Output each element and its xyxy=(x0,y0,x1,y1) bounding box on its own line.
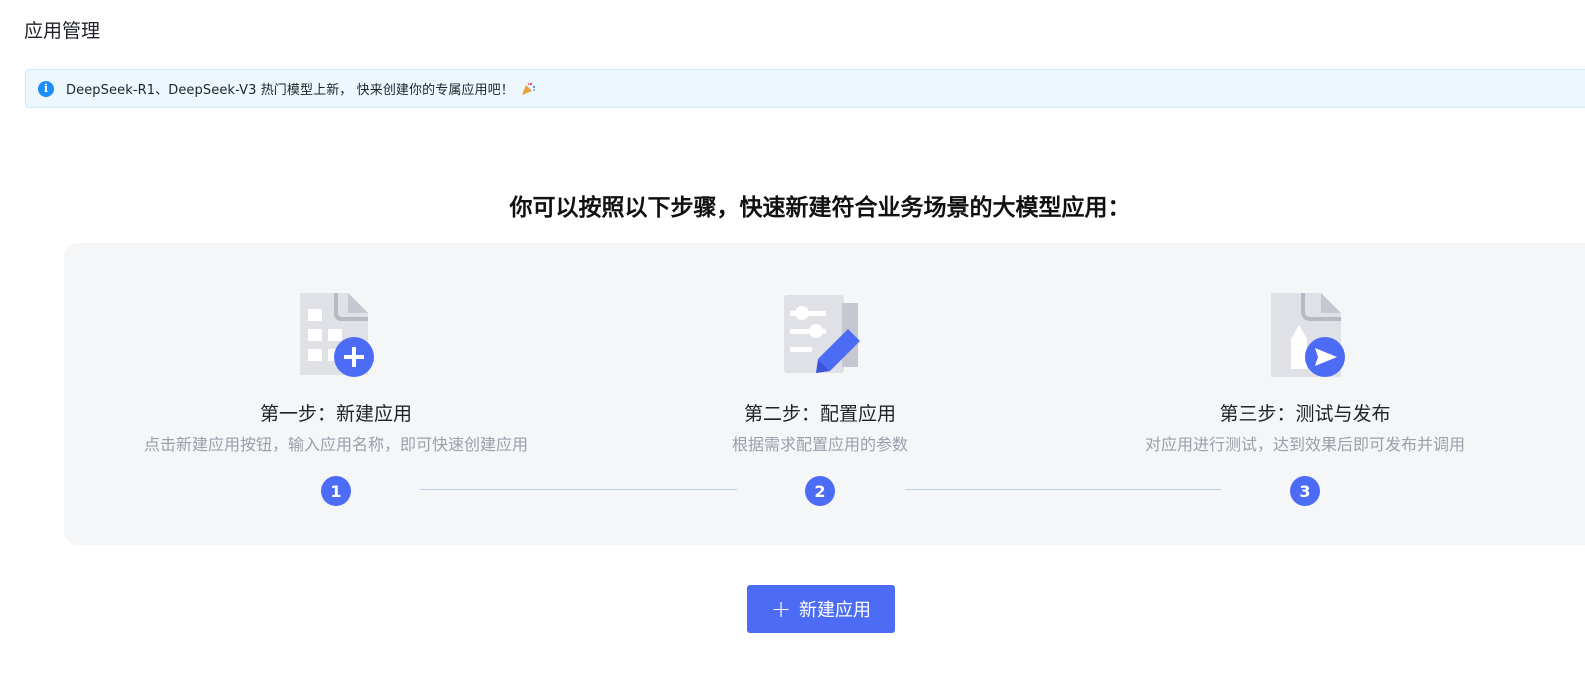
create-app-button[interactable]: + 新建应用 xyxy=(747,585,895,633)
page-title: 应用管理 xyxy=(24,20,101,42)
step-title: 第一步：新建应用 xyxy=(259,403,412,425)
step-connector xyxy=(905,489,1221,490)
config-edit-icon xyxy=(780,289,860,379)
notice-banner: i DeepSeek-R1、DeepSeek-V3 热门模型上新， 快来创建你的… xyxy=(25,69,1585,108)
step-title: 第三步：测试与发布 xyxy=(1219,403,1391,425)
party-popper-icon xyxy=(520,81,536,97)
step-title: 第二步：配置应用 xyxy=(743,403,896,425)
plus-icon: + xyxy=(770,595,792,623)
create-app-label: 新建应用 xyxy=(799,600,872,621)
step-connector xyxy=(420,489,737,490)
document-send-icon xyxy=(1269,289,1349,379)
notice-text: DeepSeek-R1、DeepSeek-V3 热门模型上新， 快来创建你的专属… xyxy=(66,83,514,98)
step-number-badge: 1 xyxy=(321,476,351,506)
step-number-badge: 2 xyxy=(805,476,835,506)
info-circle-icon: i xyxy=(38,80,54,97)
guide-title: 你可以按照以下步骤，快速新建符合业务场景的大模型应用： xyxy=(509,195,1131,221)
step-description: 点击新建应用按钮，输入应用名称，即可快速创建应用 xyxy=(143,435,528,454)
step-number-badge: 3 xyxy=(1290,476,1320,506)
step-description: 根据需求配置应用的参数 xyxy=(731,435,908,454)
new-document-plus-icon xyxy=(296,289,376,379)
steps-panel: 第一步：新建应用 点击新建应用按钮，输入应用名称，即可快速创建应用 1 第二步：… xyxy=(64,243,1585,545)
step-description: 对应用进行测试，达到效果后即可发布并调用 xyxy=(1144,435,1465,454)
